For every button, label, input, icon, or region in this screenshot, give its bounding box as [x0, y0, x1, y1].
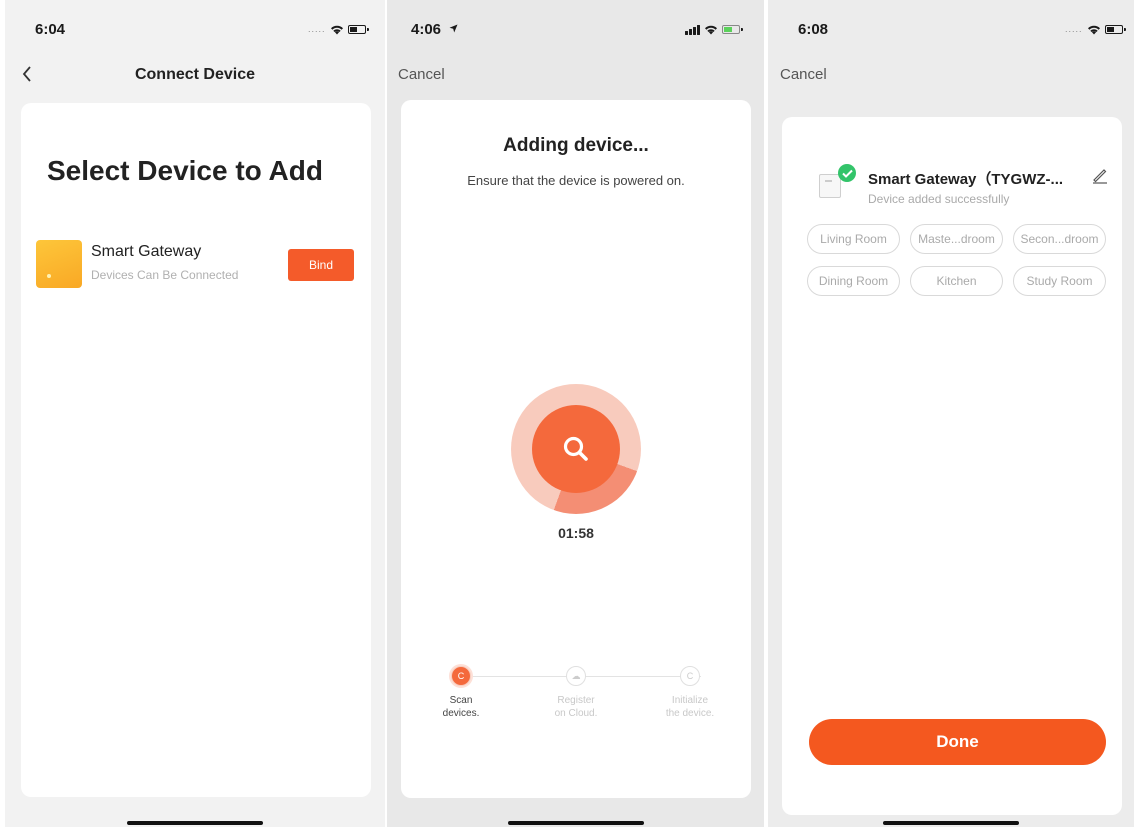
- signal-dots: .....: [308, 23, 326, 34]
- cloud-icon: ☁: [566, 666, 586, 686]
- room-chip-living-room[interactable]: Living Room: [807, 224, 900, 254]
- signal-icon: [685, 24, 700, 35]
- step-register: ☁ Register on Cloud.: [531, 666, 621, 720]
- step-label: Initialize the device.: [665, 695, 715, 719]
- radar-center: [532, 405, 620, 493]
- battery-icon: [722, 25, 743, 34]
- device-status: Devices Can Be Connected: [91, 268, 239, 282]
- home-indicator: [507, 821, 644, 825]
- wifi-icon: [705, 25, 717, 35]
- status-bar: 6:04 .....: [5, 0, 385, 50]
- page-title: Select Device to Add: [47, 155, 323, 186]
- step-label: Scan devices.: [442, 695, 480, 719]
- progress-steps: C Scan devices. ☁ Register on Cloud. C I…: [431, 666, 731, 736]
- battery-icon: [347, 25, 369, 34]
- status-icons: .....: [1065, 23, 1126, 35]
- success-badge: [838, 164, 856, 182]
- room-chip-kitchen[interactable]: Kitchen: [910, 266, 1003, 296]
- step-label: Register on Cloud.: [554, 695, 598, 719]
- device-list-item[interactable]: Smart Gateway Devices Can Be Connected B…: [36, 240, 356, 290]
- status-time: 4:06: [411, 21, 442, 38]
- device-added-screen: 6:08 ..... Cancel Smart Gateway（TYGWZ-..…: [768, 0, 1134, 827]
- room-selector: Living Room Maste...droom Secon...droom …: [807, 224, 1107, 296]
- search-icon: [563, 436, 588, 461]
- device-added-card: Smart Gateway（TYGWZ-... Device added suc…: [782, 117, 1122, 815]
- wifi-icon: [1087, 25, 1100, 35]
- status-bar: 6:08 .....: [768, 0, 1134, 50]
- adding-card: Adding device... Ensure that the device …: [401, 100, 751, 798]
- device-name: Smart Gateway（TYGWZ-...: [868, 171, 1064, 188]
- home-indicator: [883, 821, 1019, 825]
- location-arrow-icon: [449, 24, 458, 33]
- adding-subtitle: Ensure that the device is powered on.: [467, 173, 685, 188]
- adding-title: Adding device...: [503, 135, 649, 156]
- initialize-step-icon: C: [680, 666, 700, 686]
- status-time: 6:08: [798, 21, 829, 38]
- countdown-timer: 01:58: [558, 525, 594, 541]
- device-list-card: Select Device to Add Smart Gateway Devic…: [21, 103, 371, 797]
- done-button[interactable]: Done: [809, 719, 1106, 765]
- room-chip-study-room[interactable]: Study Room: [1013, 266, 1106, 296]
- scan-step-icon: C: [451, 666, 471, 686]
- edit-pencil-icon[interactable]: [1091, 166, 1109, 184]
- gateway-thumbnail: [36, 240, 82, 288]
- cancel-button[interactable]: Cancel: [398, 66, 445, 83]
- scan-radar: [511, 384, 641, 514]
- room-chip-master-bedroom[interactable]: Maste...droom: [910, 224, 1003, 254]
- home-indicator: [127, 821, 263, 825]
- device-status: Device added successfully: [868, 192, 1010, 206]
- check-icon: [841, 169, 853, 178]
- status-bar: 4:06: [387, 0, 764, 50]
- signal-dots: .....: [1065, 23, 1083, 34]
- nav-title: Connect Device: [134, 66, 256, 83]
- cancel-button[interactable]: Cancel: [780, 66, 827, 83]
- select-device-screen: 6:04 ..... Connect Device Select Device …: [5, 0, 385, 827]
- room-chip-dining-room[interactable]: Dining Room: [807, 266, 900, 296]
- gateway-icon: [819, 174, 841, 198]
- device-name: Smart Gateway: [91, 243, 202, 260]
- step-initialize: C Initialize the device.: [645, 666, 735, 720]
- status-icons: [685, 24, 743, 35]
- step-scan: C Scan devices.: [416, 666, 506, 720]
- wifi-icon: [330, 25, 343, 35]
- bind-button[interactable]: Bind: [288, 249, 354, 281]
- battery-icon: [1104, 25, 1126, 34]
- adding-device-screen: 4:06 Cancel Adding device... Ensure that…: [387, 0, 764, 827]
- status-icons: .....: [308, 23, 369, 35]
- room-chip-second-bedroom[interactable]: Secon...droom: [1013, 224, 1106, 254]
- status-time: 6:04: [35, 21, 66, 38]
